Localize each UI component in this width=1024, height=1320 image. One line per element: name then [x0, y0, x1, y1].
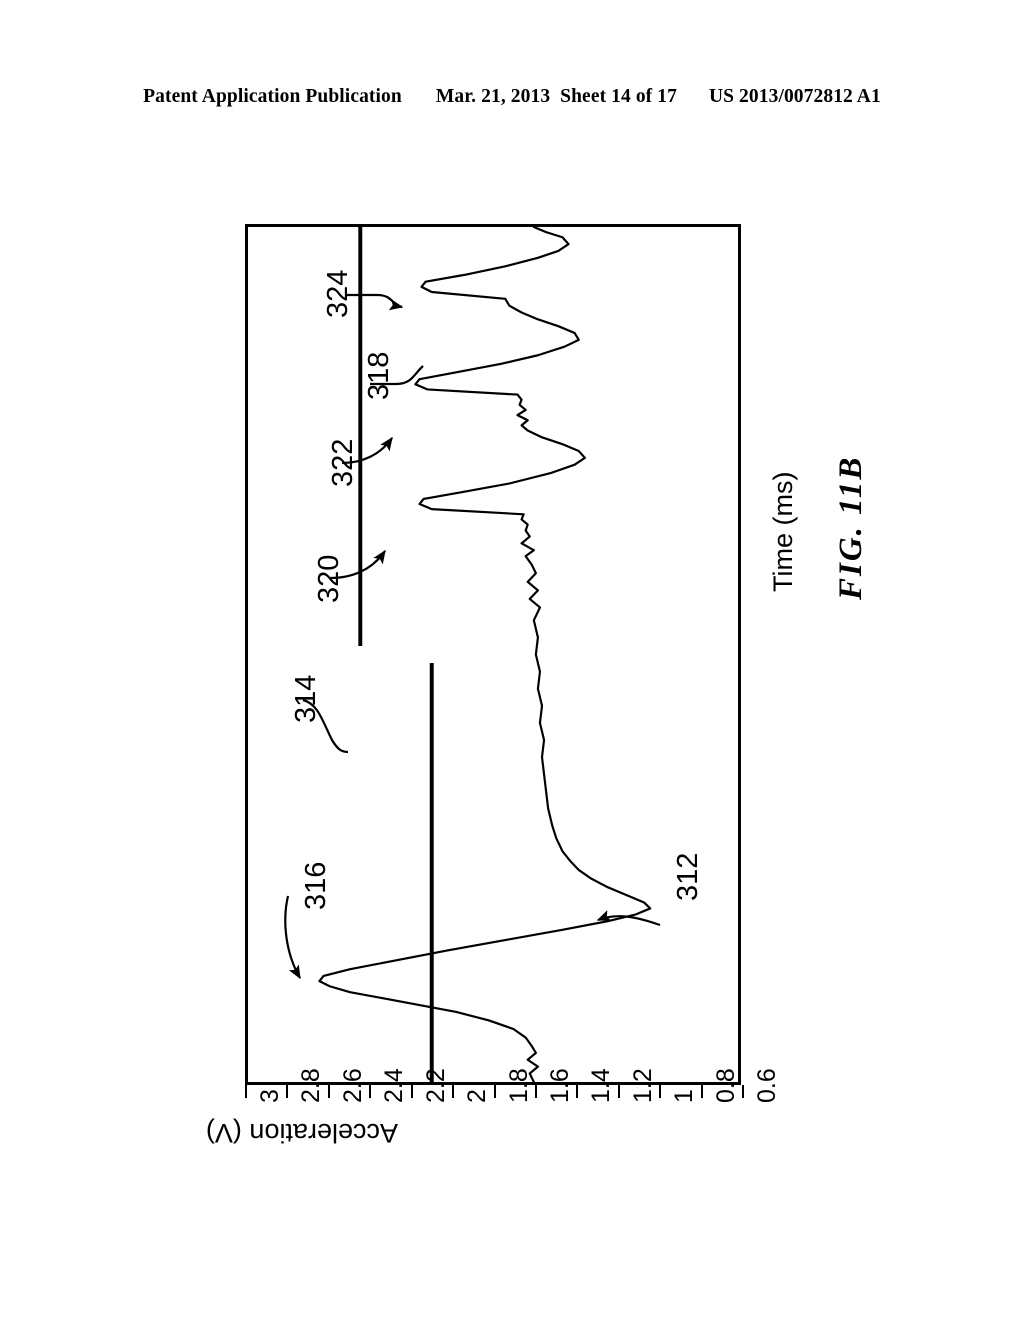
- axis-tick-label: 0.8: [711, 1068, 740, 1103]
- axis-tick: [410, 1085, 413, 1098]
- axis-tick: [659, 1085, 662, 1098]
- plot-inner: [248, 225, 738, 1084]
- axis-tick: [369, 1085, 372, 1098]
- acceleration-axis: 3 2.8 2.6 2.4 2.2 2 1.8 1.6 1.4 1.2 1 0.8 0.6: [245, 1068, 781, 1103]
- axis-tick: [245, 1085, 247, 1098]
- axis-tick: [286, 1085, 289, 1098]
- axis-tick: [617, 1085, 620, 1098]
- axis-tick-label: 2.6: [338, 1068, 367, 1103]
- reference-numeral-314: 314: [290, 674, 322, 723]
- axis-tick-label: 0.6: [753, 1068, 781, 1103]
- axis-tick-label: 1.6: [545, 1068, 574, 1103]
- reference-numeral-322: 322: [327, 438, 359, 487]
- reference-numeral-320: 320: [313, 554, 345, 603]
- figure-11b: 3 2.8 2.6 2.4 2.2 2 1.8 1.6 1.4 1.2 1 0.8 0.6 Accele…: [0, 0, 1024, 1320]
- time-axis-title: Time (ms): [768, 471, 798, 592]
- axis-tick: [493, 1085, 496, 1098]
- axis-tick: [742, 1085, 744, 1098]
- axis-tick-label: 3: [256, 1089, 284, 1103]
- axis-tick-label: 1: [670, 1089, 699, 1103]
- reference-numeral-312: 312: [672, 852, 704, 901]
- axis-tick-label: 2.4: [380, 1068, 409, 1103]
- axis-tick: [576, 1085, 579, 1098]
- axis-tick: [452, 1085, 455, 1098]
- axis-tick-label: 1.8: [504, 1068, 533, 1103]
- acceleration-axis-title: Acceleration (V): [205, 1118, 398, 1148]
- axis-tick-label: 1.2: [628, 1068, 657, 1103]
- axis-tick-label: 2: [463, 1089, 492, 1103]
- axis-tick: [700, 1085, 703, 1098]
- figure-caption: FIG. 11B: [833, 455, 869, 600]
- axis-tick-label: 2.8: [297, 1068, 326, 1103]
- axis-tick-label: 2.2: [421, 1068, 450, 1103]
- plot-frame: [245, 224, 741, 1085]
- reference-numeral-316: 316: [300, 861, 332, 910]
- axis-tick: [534, 1085, 537, 1098]
- axis-tick: [327, 1085, 330, 1098]
- axis-tick-label: 1.4: [587, 1068, 616, 1103]
- reference-numeral-324: 324: [322, 269, 354, 318]
- acceleration-plot: [318, 225, 652, 1084]
- reference-numeral-318: 318: [363, 351, 395, 400]
